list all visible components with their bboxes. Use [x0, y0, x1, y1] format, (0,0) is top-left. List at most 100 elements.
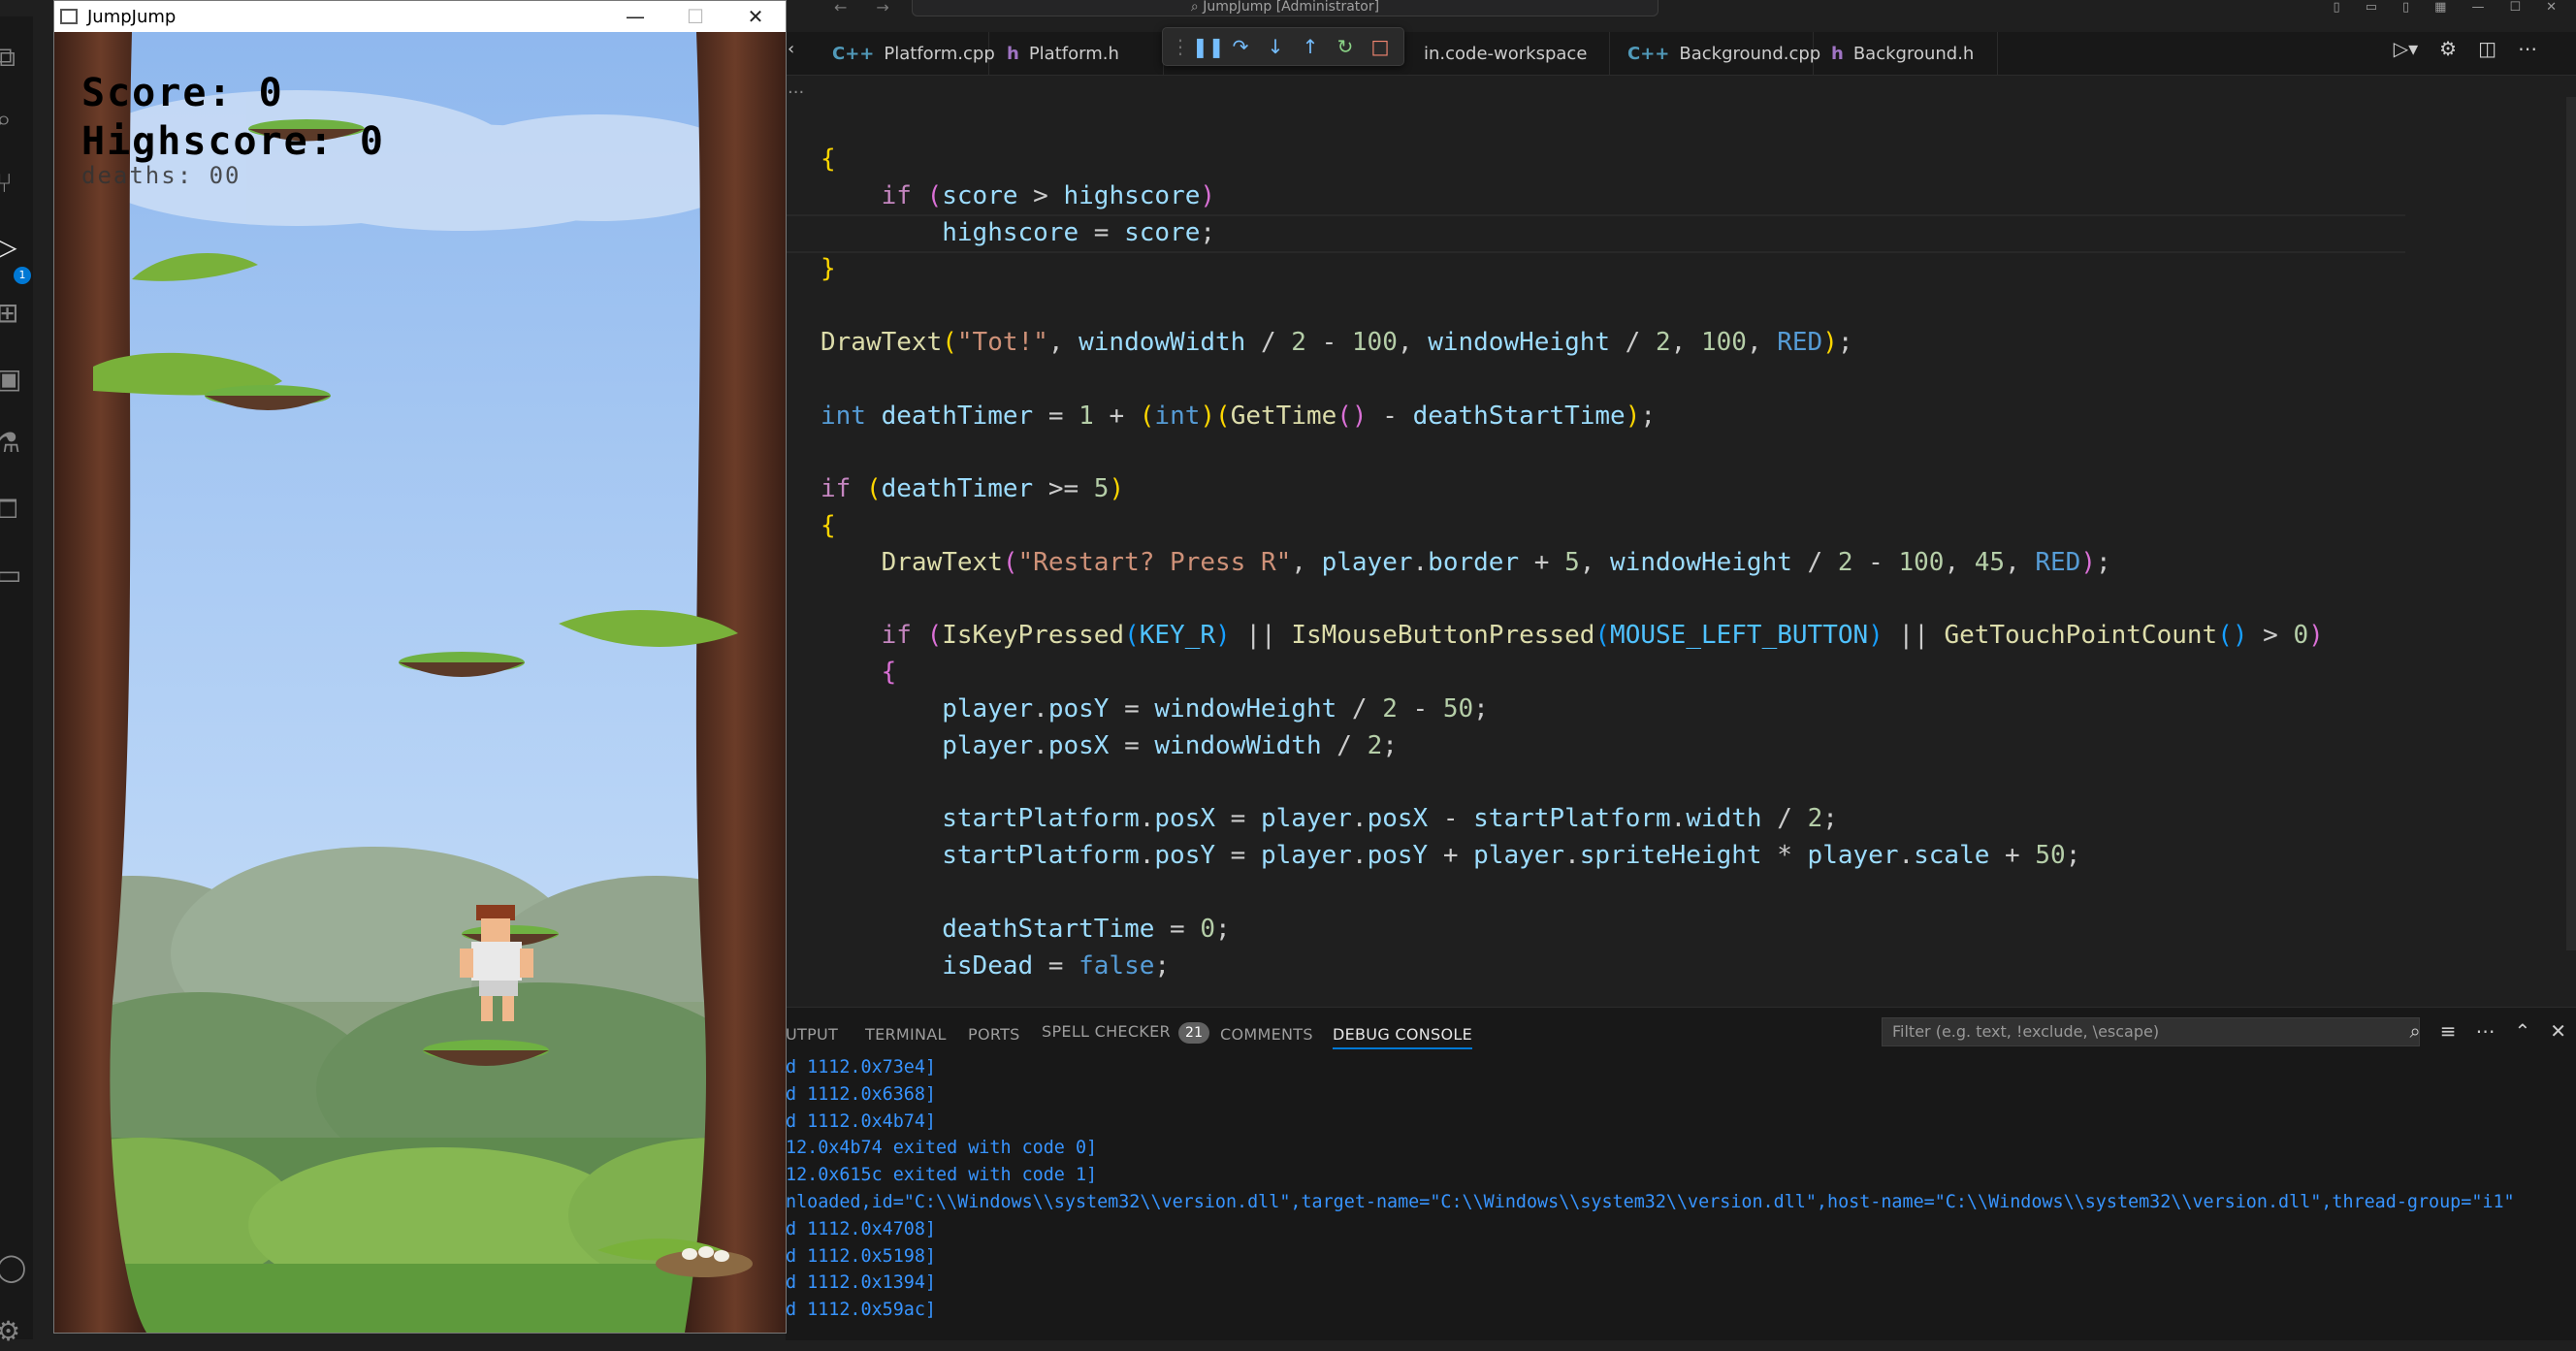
code-line[interactable]: [821, 765, 2324, 802]
source-control-icon[interactable]: ⑂: [0, 164, 33, 203]
close-panel-icon[interactable]: ✕: [2550, 1019, 2566, 1043]
code-line[interactable]: [821, 288, 2324, 325]
close-icon[interactable]: ✕: [725, 1, 786, 32]
code-token: posY: [1367, 841, 1429, 871]
back-arrow-icon[interactable]: ←: [834, 0, 847, 16]
code-line[interactable]: if (IsKeyPressed(KEY_R) || IsMouseButton…: [821, 618, 2324, 655]
code-token: .: [1139, 804, 1155, 834]
console-line: d 1112.0x59ac]: [786, 1300, 937, 1321]
explorer-icon[interactable]: ⧉: [0, 38, 33, 77]
stop-icon[interactable]: □: [1367, 33, 1394, 60]
minimize-icon[interactable]: —: [605, 1, 665, 32]
code-line[interactable]: [821, 362, 2324, 399]
debug-console-filter[interactable]: Filter (e.g. text, !exclude, \escape): [1882, 1017, 2420, 1046]
code-area[interactable]: { if (score > highscore) highscore = sco…: [821, 142, 2324, 984]
cmake-icon[interactable]: ⧠: [0, 490, 33, 529]
tab-terminal[interactable]: TERMINAL: [865, 1025, 947, 1044]
account-icon[interactable]: ◯: [0, 1248, 33, 1287]
layout-sidebar-icon[interactable]: ▯: [2334, 0, 2340, 16]
code-token: (: [1139, 401, 1155, 431]
maximize-panel-icon[interactable]: ⌃: [2514, 1019, 2530, 1043]
code-line[interactable]: {: [821, 508, 2324, 545]
code-token: ;: [1215, 914, 1231, 944]
code-line[interactable]: [821, 875, 2324, 912]
tab-workspace[interactable]: in.code-workspace: [1406, 32, 1610, 75]
code-line[interactable]: player.posX = windowWidth / 2;: [821, 728, 2324, 765]
code-line[interactable]: {: [821, 655, 2324, 692]
debug-toolbar: ⋮ ❚❚ ↷ ↓ ↑ ↻ □: [1162, 27, 1404, 66]
code-line[interactable]: player.posY = windowHeight / 2 - 50;: [821, 692, 2324, 728]
code-line[interactable]: }: [821, 251, 2324, 288]
code-line[interactable]: [821, 434, 2324, 471]
tabs-scroll-left-icon[interactable]: ‹: [788, 39, 794, 59]
split-editor-icon[interactable]: ◫: [2478, 37, 2496, 60]
code-token: width: [1686, 804, 1762, 834]
step-over-icon[interactable]: ↷: [1227, 33, 1254, 60]
settings-icon[interactable]: ⚙: [2439, 37, 2457, 60]
search-icon[interactable]: ⌕: [0, 100, 33, 139]
remote-explorer-icon[interactable]: ▣: [0, 360, 33, 399]
debug-console-output[interactable]: d 1112.0x73e4] d 1112.0x6368] d 1112.0x4b7…: [786, 1054, 2515, 1324]
debug-run-icon[interactable]: ▷▾: [2394, 37, 2418, 60]
code-token: 50: [1442, 693, 1474, 724]
testing-icon[interactable]: ⚗: [0, 424, 33, 463]
layout-panel-icon[interactable]: ▭: [2366, 0, 2377, 16]
tab-spell-checker[interactable]: SPELL CHECKER 21: [1042, 1022, 1210, 1044]
code-line[interactable]: DrawText("Tot!", windowWidth / 2 - 100, …: [821, 325, 2324, 362]
tab-ports[interactable]: PORTS: [968, 1025, 1020, 1044]
code-line[interactable]: int deathTimer = 1 + (int)(GetTime() - d…: [821, 399, 2324, 435]
code-line[interactable]: deathStartTime = 0;: [821, 912, 2324, 949]
code-token: int: [821, 401, 866, 431]
close-icon[interactable]: ✕: [2546, 0, 2557, 16]
tab-background-h[interactable]: h Background.h: [1814, 32, 1998, 75]
code-token: score: [1124, 217, 1201, 247]
code-line[interactable]: [821, 582, 2324, 619]
layout-secondary-icon[interactable]: ▯: [2402, 0, 2409, 16]
tab-label: Platform.h: [1028, 43, 1119, 64]
minimize-icon[interactable]: —: [2471, 0, 2484, 16]
drag-grip-icon[interactable]: ⋮: [1171, 33, 1190, 60]
code-line[interactable]: highscore = score;: [821, 215, 2324, 252]
code-line[interactable]: {: [821, 142, 2324, 178]
extensions-icon[interactable]: ⊞: [0, 294, 33, 333]
code-line[interactable]: isDead = false;: [821, 949, 2324, 985]
run-debug-icon[interactable]: ▷: [0, 228, 33, 267]
find-icon[interactable]: ⌕: [2410, 1019, 2421, 1043]
code-token: IsMouseButtonPressed: [1291, 621, 1595, 651]
restart-icon[interactable]: ↻: [1332, 33, 1359, 60]
code-token: posX: [1047, 730, 1110, 760]
tab-debug-console[interactable]: DEBUG CONSOLE: [1333, 1025, 1473, 1049]
tab-platform-h[interactable]: h Platform.h: [989, 32, 1164, 75]
settings-gear-icon[interactable]: ⚙: [0, 1312, 33, 1351]
code-line[interactable]: DrawText("Restart? Press R", player.bord…: [821, 545, 2324, 582]
layout-customize-icon[interactable]: ▦: [2434, 0, 2446, 16]
editor-scrollbar[interactable]: [2566, 97, 2576, 950]
code-editor[interactable]: { if (score > highscore) highscore = sco…: [786, 76, 2405, 1007]
more-actions-icon[interactable]: ⋯: [2518, 37, 2537, 60]
code-token: deathStartTime: [942, 914, 1155, 944]
tab-platform-cpp[interactable]: C++ Platform.cpp: [815, 32, 995, 75]
code-token: MOUSE_LEFT_BUTTON: [1610, 621, 1869, 651]
code-line[interactable]: if (deathTimer >= 5): [821, 471, 2324, 508]
step-out-icon[interactable]: ↑: [1297, 33, 1324, 60]
game-window-title-bar[interactable]: JumpJump — ☐ ✕: [54, 1, 786, 32]
app-window-icon: [60, 9, 78, 24]
game-canvas[interactable]: [54, 32, 786, 1333]
forward-arrow-icon[interactable]: →: [876, 0, 888, 16]
command-center-search[interactable]: ⌕ JumpJump [Administrator]: [912, 0, 1658, 16]
more-actions-icon[interactable]: ⋯: [2475, 1019, 2495, 1043]
tab-output[interactable]: UTPUT: [786, 1025, 838, 1044]
chat-icon[interactable]: ▭: [0, 556, 33, 595]
maximize-icon[interactable]: ☐: [2509, 0, 2521, 16]
code-line[interactable]: startPlatform.posY = player.posY + playe…: [821, 838, 2324, 875]
tab-background-cpp[interactable]: C++ Background.cpp: [1610, 32, 1820, 75]
tab-comments[interactable]: COMMENTS: [1220, 1025, 1313, 1044]
code-line[interactable]: if (score > highscore): [821, 178, 2324, 215]
game-scene[interactable]: Score: 0 Highscore: 0 deaths: 00: [54, 32, 786, 1333]
code-token: (: [926, 621, 943, 651]
step-into-icon[interactable]: ↓: [1262, 33, 1289, 60]
clear-console-icon[interactable]: ≡: [2440, 1019, 2457, 1043]
pause-icon[interactable]: ❚❚: [1192, 33, 1225, 60]
code-line[interactable]: startPlatform.posX = player.posX - start…: [821, 801, 2324, 838]
